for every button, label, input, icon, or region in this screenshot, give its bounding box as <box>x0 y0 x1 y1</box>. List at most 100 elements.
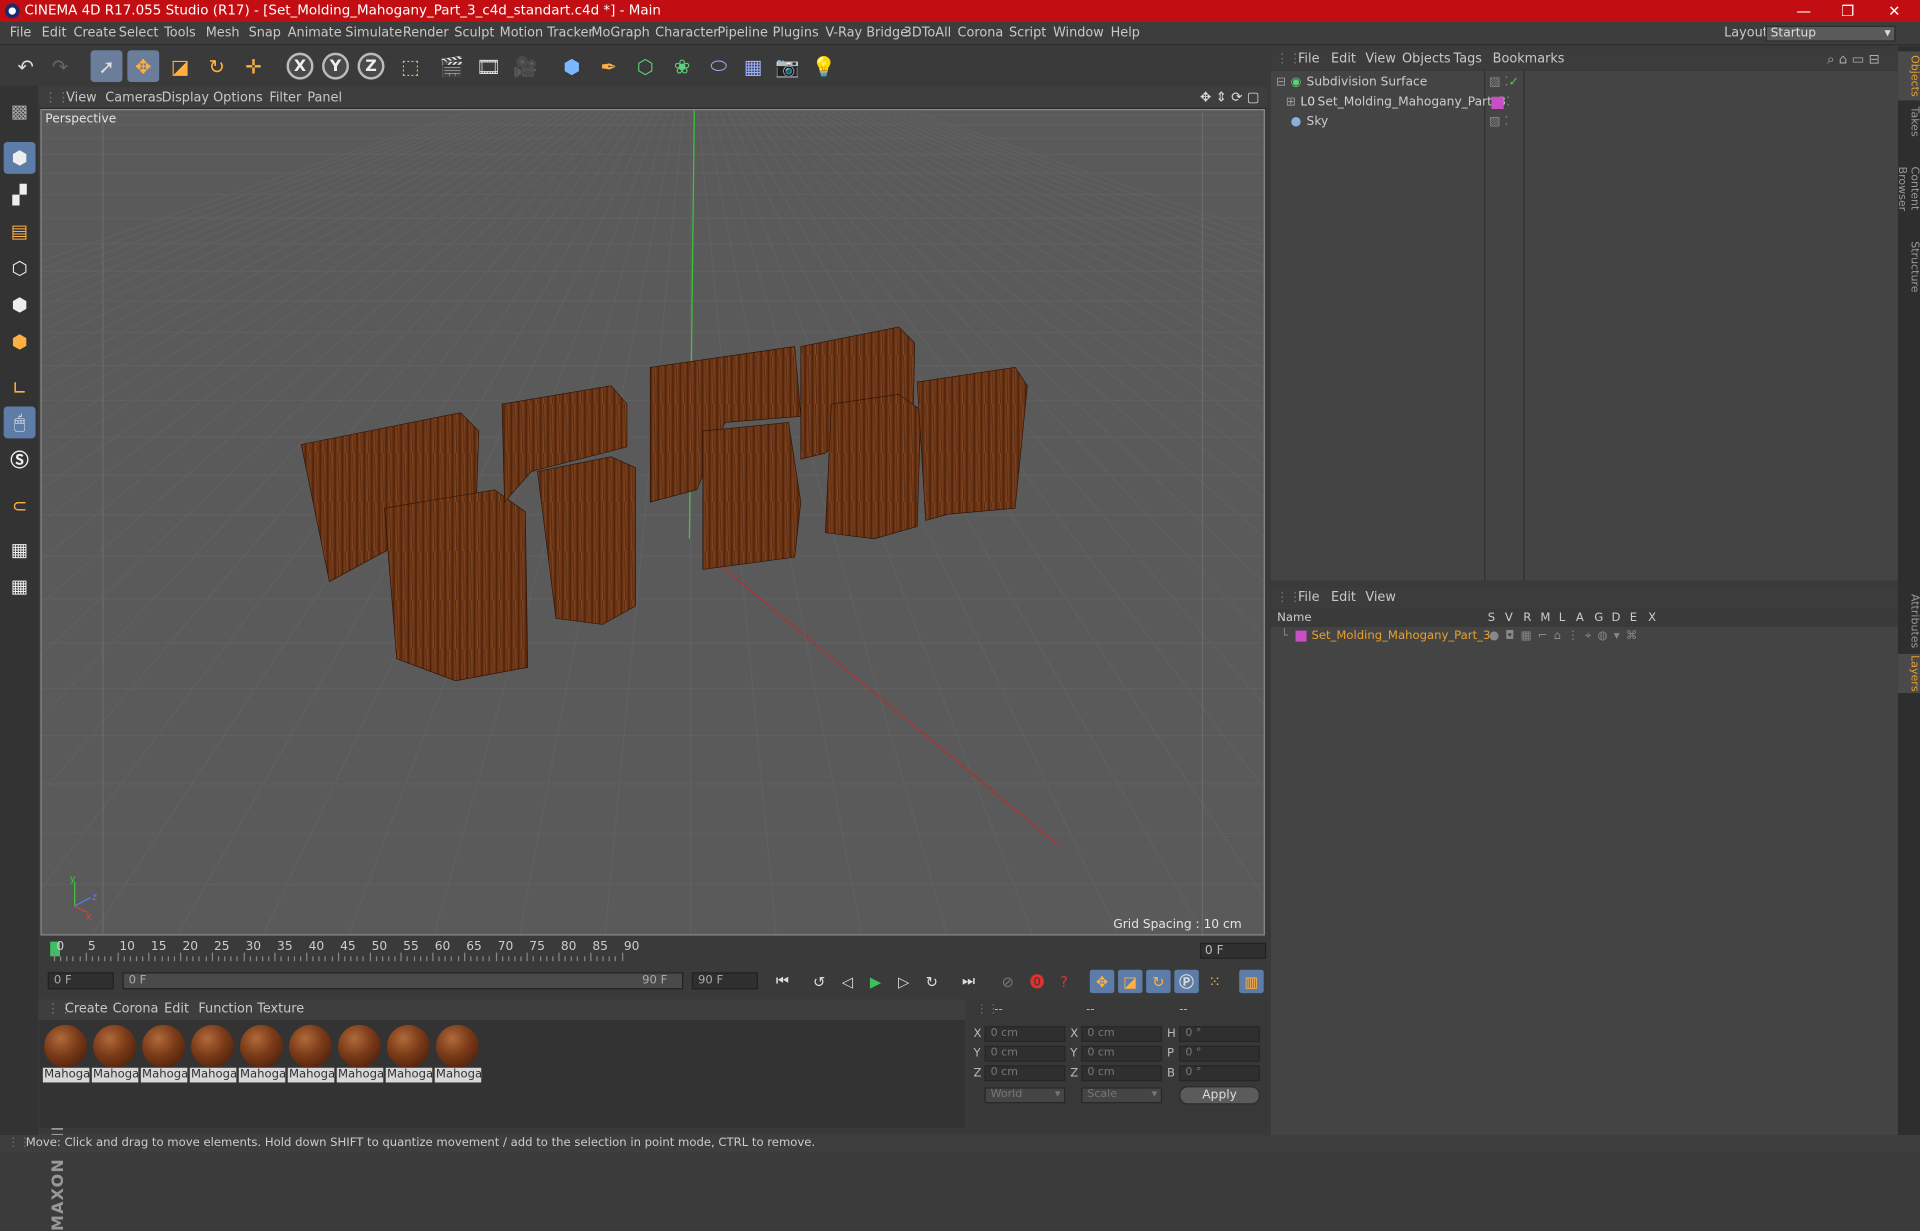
viewport-nav-icons[interactable]: ✥ ⇕ ⟳ ▢ <box>1200 87 1259 109</box>
menu-script[interactable]: Script <box>1009 22 1046 45</box>
menu-render[interactable]: Render <box>403 22 449 45</box>
current-frame-input[interactable]: 0 F <box>47 972 114 990</box>
scale-mode-select[interactable]: Scale ▾ <box>1081 1087 1163 1104</box>
object-menu-file[interactable]: File <box>1298 49 1320 70</box>
layer-col-r[interactable]: R <box>1523 610 1531 627</box>
deformer-icon[interactable]: ⬭ <box>703 50 735 82</box>
menu-help[interactable]: Help <box>1111 22 1140 45</box>
coordinate-mode-select[interactable]: World ▾ <box>984 1087 1066 1104</box>
workplane-mode-icon[interactable]: ▤ <box>4 216 36 248</box>
render-view-icon[interactable]: 🎬 <box>436 50 468 82</box>
tab-content-browser[interactable]: Content Browser <box>1896 144 1920 232</box>
object-menu-edit[interactable]: Edit <box>1331 49 1356 70</box>
close-button[interactable]: ✕ <box>1872 0 1916 22</box>
make-editable-icon[interactable]: ▩ <box>4 96 36 128</box>
perspective-viewport[interactable]: y z x Perspective Grid Spacing : 10 cm <box>40 108 1265 936</box>
axis-y-button[interactable]: Y <box>322 52 349 80</box>
layer-menu-file[interactable]: File <box>1298 588 1320 609</box>
tab-objects[interactable]: Objects <box>1897 51 1920 101</box>
record-keys-icon[interactable]: ⊘ <box>996 970 1020 993</box>
key-pla-icon[interactable]: ⁙ <box>1202 970 1226 993</box>
layer-toggle-icons[interactable]: ●◘▦⌐⌂⋮⌖◍▾⌘ <box>1489 627 1644 647</box>
menu-snap[interactable]: Snap <box>249 22 281 45</box>
material-swatch[interactable]: Mahogany <box>91 1024 139 1083</box>
keyframe-selection-icon[interactable]: ? <box>1052 970 1076 993</box>
light-icon[interactable]: 💡 <box>808 50 840 82</box>
menu-plugins[interactable]: Plugins <box>773 22 819 45</box>
scale-tool-icon[interactable]: ◪ <box>164 50 196 82</box>
undo-icon[interactable]: ↶ <box>10 50 42 82</box>
select-arrow-icon[interactable]: ➚ <box>90 50 123 83</box>
viewport-menu-cameras[interactable]: Cameras <box>105 87 162 109</box>
material-swatch[interactable]: Mahogany <box>434 1024 482 1083</box>
layer-color-tag[interactable] <box>1491 96 1504 109</box>
texture-mode-icon[interactable]: ▞ <box>4 179 36 211</box>
size-y-field[interactable]: 0 cm <box>1081 1045 1163 1062</box>
material-swatch[interactable]: Mahogany <box>140 1024 188 1083</box>
array-generator-icon[interactable]: ❀ <box>666 50 698 82</box>
object-row-set-molding[interactable]: ⊞ L0 Set_Molding_Mahogany_Part_3 ⁚ <box>1271 93 1898 113</box>
object-menu-objects[interactable]: Objects <box>1402 49 1451 70</box>
render-settings-icon[interactable]: 🎥 <box>509 50 541 82</box>
menu-tools[interactable]: Tools <box>164 22 196 45</box>
tab-takes[interactable]: Takes <box>1898 105 1920 137</box>
rotation-b-field[interactable]: 0 ° <box>1179 1065 1261 1082</box>
key-scale-icon[interactable]: ◪ <box>1117 969 1143 994</box>
menu-mograph[interactable]: MoGraph <box>591 22 649 45</box>
key-parameter-icon[interactable]: Ⓟ <box>1174 969 1199 994</box>
previous-frame-icon[interactable]: ◁ <box>835 970 859 993</box>
collapse-icon[interactable]: ⊟ <box>1276 73 1286 93</box>
redo-icon[interactable]: ↷ <box>44 50 76 82</box>
object-menu-bookmarks[interactable]: Bookmarks <box>1493 49 1565 70</box>
points-mode-icon[interactable]: ⬡ <box>4 252 36 284</box>
timeline-window-icon[interactable]: ▥ <box>1239 969 1264 994</box>
menu-sculpt[interactable]: Sculpt <box>454 22 494 45</box>
visibility-dots-icon[interactable]: ▨ ⁚ <box>1489 73 1508 93</box>
subdivision-surface-icon[interactable]: ⬡ <box>629 50 661 82</box>
menu-animate[interactable]: Animate <box>288 22 342 45</box>
cube-primitive-icon[interactable]: ⬢ <box>556 50 588 82</box>
layer-menu-edit[interactable]: Edit <box>1331 588 1356 609</box>
layer-color-swatch[interactable] <box>1295 630 1307 642</box>
autokey-icon[interactable]: ⓿ <box>1025 970 1049 993</box>
key-position-icon[interactable]: ✥ <box>1089 969 1115 994</box>
layer-col-v[interactable]: V <box>1505 610 1513 627</box>
lock-workplane-icon[interactable]: ▦ <box>4 534 36 566</box>
previous-key-icon[interactable]: ↺ <box>807 970 831 993</box>
menu-simulate[interactable]: Simulate <box>345 22 402 45</box>
material-menu-function[interactable]: Function <box>198 999 253 1020</box>
rotation-h-field[interactable]: 0 ° <box>1179 1026 1261 1043</box>
tab-structure[interactable]: Structure <box>1898 240 1920 294</box>
object-manager-nav-icons[interactable]: ⌕ ⌂ ▭ ⊟ <box>1827 49 1880 70</box>
menu-motion-tracker[interactable]: Motion Tracker <box>500 22 594 45</box>
layer-col-l[interactable]: L <box>1559 610 1565 627</box>
visibility-dots-icon[interactable]: ⁚ <box>1506 93 1510 113</box>
layer-row[interactable]: └ Set_Molding_Mahogany_Part_3 ●◘▦⌐⌂⋮⌖◍▾⌘ <box>1271 627 1898 647</box>
object-menu-tags[interactable]: Tags <box>1453 49 1481 70</box>
next-frame-icon[interactable]: ▷ <box>891 970 915 993</box>
snapping-magnet-icon[interactable]: ⊂ <box>4 490 36 522</box>
current-frame-field[interactable]: 0 F <box>1200 942 1267 959</box>
transform-tool-icon[interactable]: ✛ <box>238 50 270 82</box>
material-swatch[interactable]: Mahogany <box>42 1024 90 1083</box>
coordinate-system-icon[interactable]: ⬚ <box>394 50 426 82</box>
material-swatch[interactable]: Mahogany <box>189 1024 237 1083</box>
expand-icon[interactable]: ⊞ <box>1286 93 1296 113</box>
max-frame-input[interactable]: 90 F <box>691 972 758 990</box>
rotate-tool-icon[interactable]: ↻ <box>201 50 233 82</box>
frame-range-slider[interactable]: 0 F 90 F <box>122 972 684 990</box>
model-mode-icon[interactable]: ⬢ <box>3 142 36 174</box>
layer-col-name[interactable]: Name <box>1277 610 1311 627</box>
restore-button[interactable]: ❐ <box>1826 0 1870 22</box>
layer-menu-view[interactable]: View <box>1365 588 1396 609</box>
layer-col-s[interactable]: S <box>1488 610 1495 627</box>
layer-col-m[interactable]: M <box>1540 610 1550 627</box>
size-z-field[interactable]: 0 cm <box>1081 1065 1163 1082</box>
layer-col-a[interactable]: A <box>1576 610 1584 627</box>
rotation-p-field[interactable]: 0 ° <box>1179 1045 1261 1062</box>
planar-workplane-icon[interactable]: ▦ <box>4 571 36 603</box>
axis-z-button[interactable]: Z <box>357 52 385 80</box>
render-picture-viewer-icon[interactable]: 🎞 <box>473 50 505 82</box>
viewport-menu-panel[interactable]: Panel <box>307 87 342 109</box>
go-to-start-icon[interactable]: ⏮ <box>770 970 794 993</box>
